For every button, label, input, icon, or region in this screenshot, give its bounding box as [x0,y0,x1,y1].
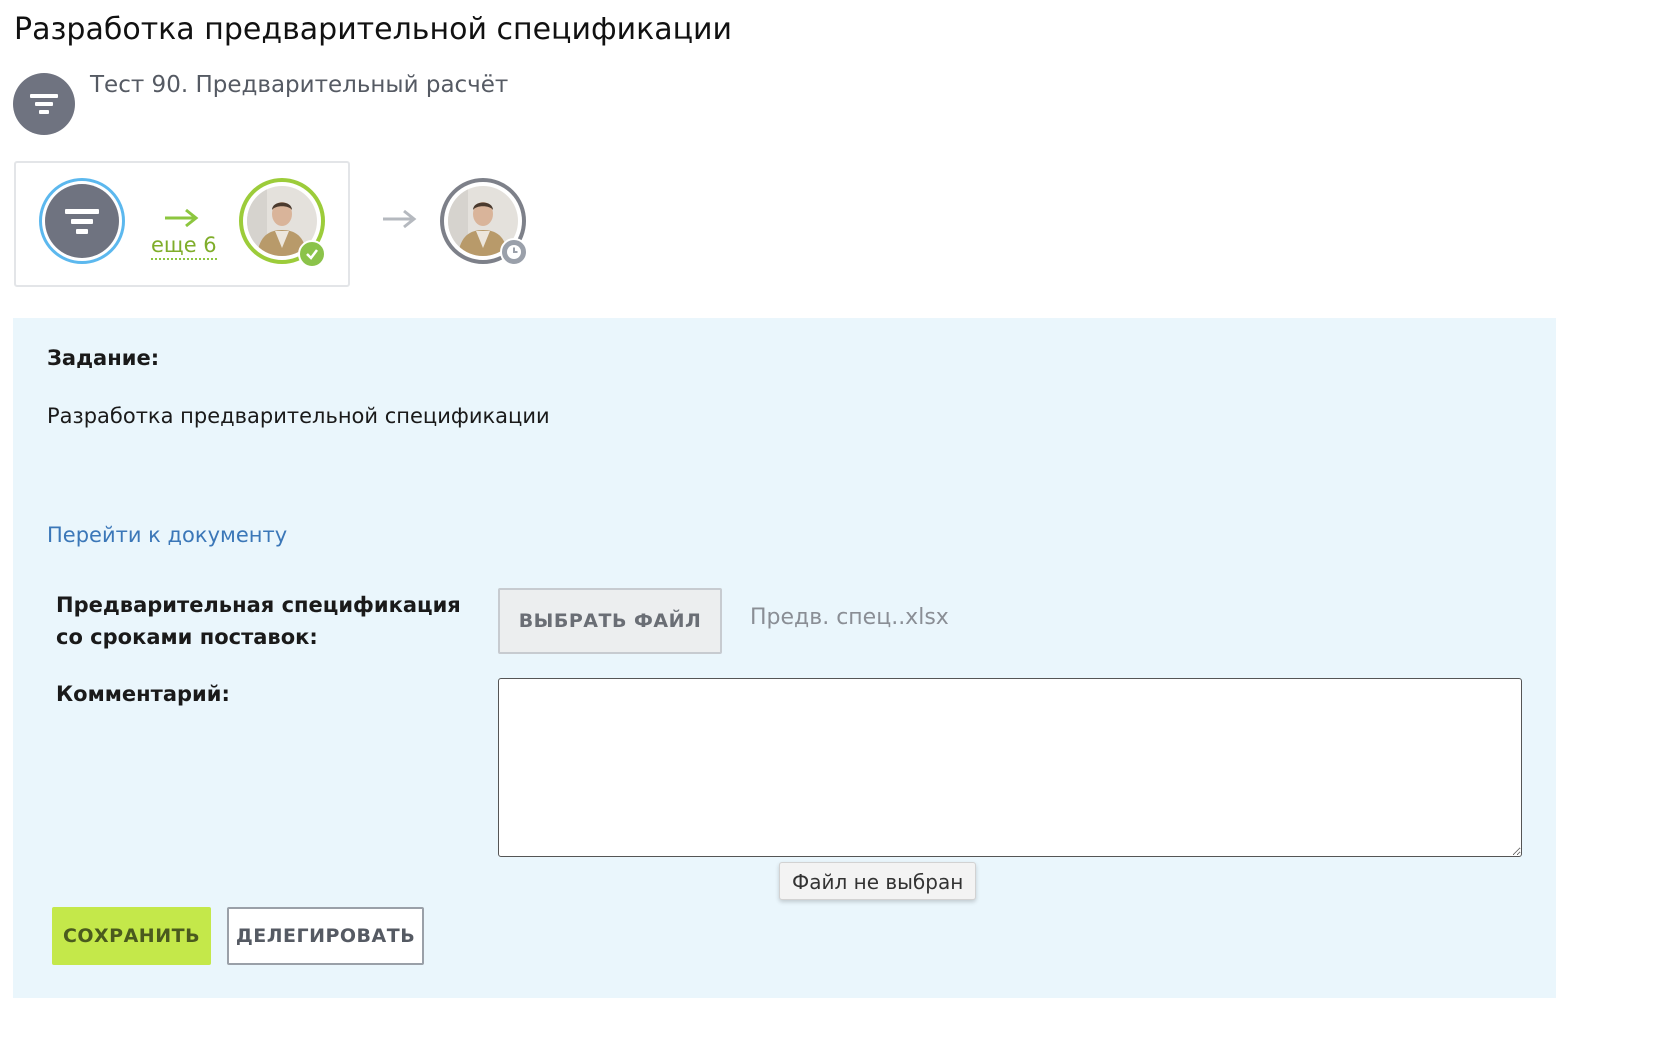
file-name: Предв. спец..xlsx [750,605,949,630]
process-name: Тест 90. Предварительный расчёт [90,72,509,98]
file-field-label: Предварительная спецификация со сроками … [56,593,461,649]
delegate-button[interactable]: ДЕЛЕГИРОВАТЬ [227,907,424,965]
task-description: Разработка предварительной спецификации [47,404,550,428]
comment-label: Комментарий: [56,682,230,706]
tooltip: Файл не выбран [779,862,977,900]
save-button[interactable]: СОХРАНИТЬ [52,907,211,965]
comment-field[interactable] [498,678,1522,857]
arrow-right-icon [383,209,417,229]
funnel-icon [30,94,58,114]
more-steps-link[interactable]: еще 6 [151,232,217,260]
process-icon [13,73,75,135]
document-link[interactable]: Перейти к документу [47,523,287,547]
route-start-node[interactable] [39,178,125,264]
clock-icon [500,238,528,266]
page: Разработка предварительной спецификации … [0,0,1656,1060]
funnel-icon [65,209,99,234]
choose-file-button[interactable]: ВЫБРАТЬ ФАЙЛ [498,588,722,654]
arrow-right-icon [165,208,199,228]
route-start-inner [45,184,119,258]
page-title: Разработка предварительной спецификации [14,12,733,47]
check-icon [298,240,326,268]
task-label: Задание: [47,346,160,370]
